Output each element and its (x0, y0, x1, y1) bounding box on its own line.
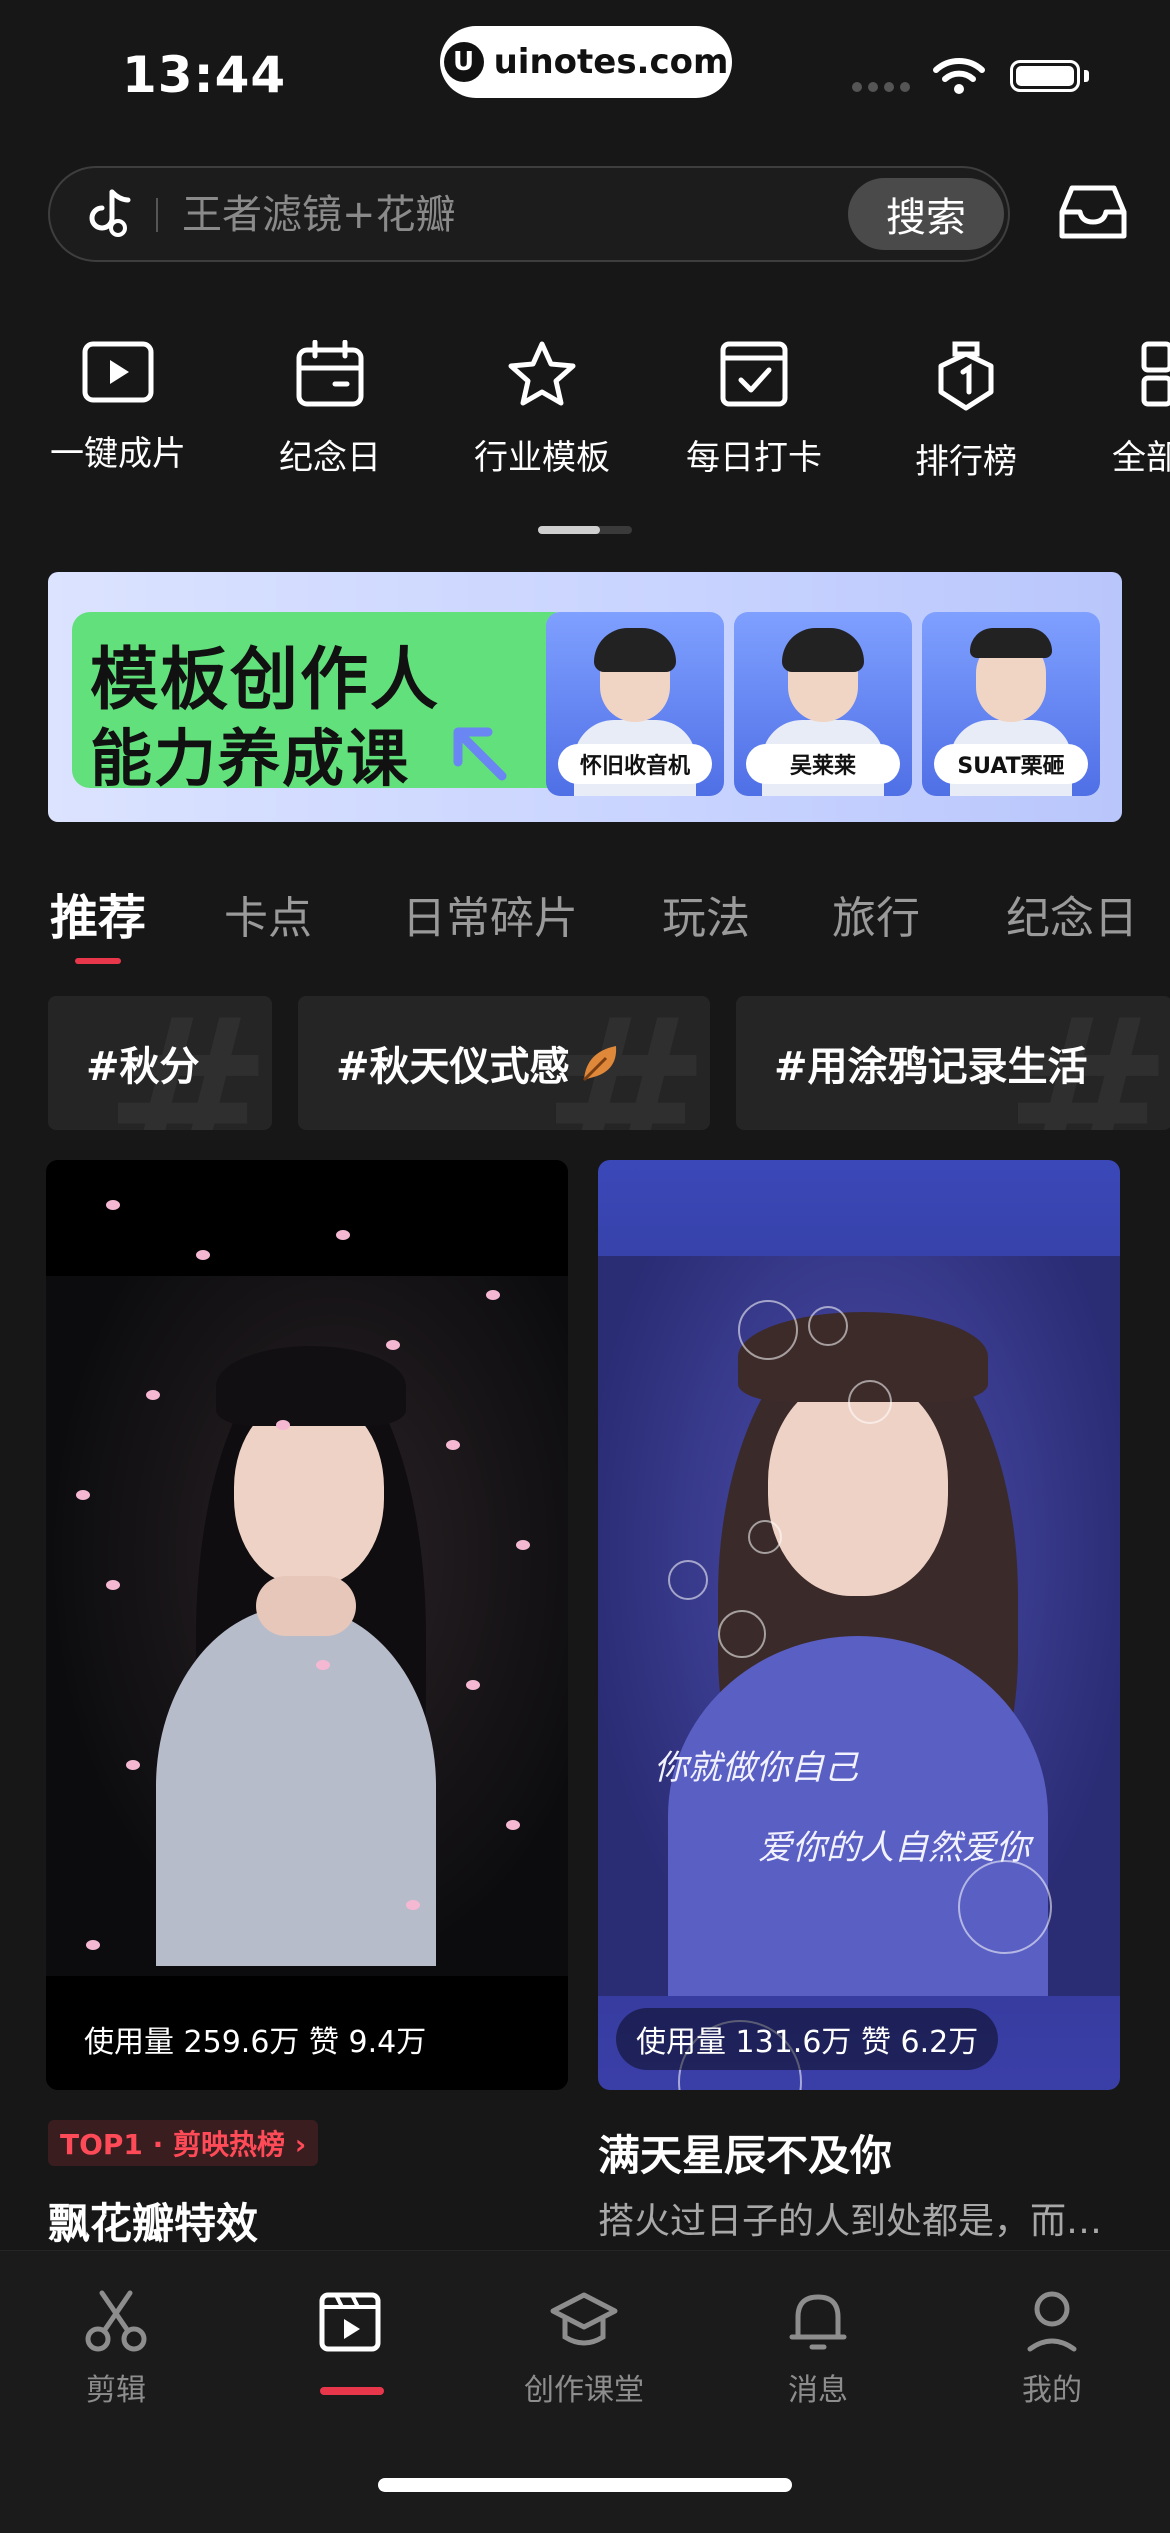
nav-edit[interactable]: 剪辑 (26, 2289, 206, 2409)
nav-creator-class[interactable]: 创作课堂 (494, 2289, 674, 2409)
bell-icon (789, 2294, 847, 2350)
graduation-cap-icon (550, 2292, 618, 2346)
banner-title-line2: 能力养成课 (90, 722, 411, 795)
arrow-up-left-icon (453, 727, 507, 781)
quick-action-ranking[interactable]: 排行榜 (876, 340, 1056, 483)
search-divider (156, 198, 158, 232)
search-bar[interactable]: 搜索 (48, 166, 1010, 262)
autumn-leaf-icon (582, 1046, 616, 1082)
battery-tip (1084, 70, 1089, 82)
quick-action-label: 行业模板 (474, 438, 610, 478)
search-button[interactable]: 搜索 (848, 178, 1004, 250)
tab-beat[interactable]: 卡点 (224, 882, 312, 946)
teacher-name: 怀旧收音机 (558, 744, 712, 784)
hashtag-chip[interactable]: # #秋天仪式感 (298, 996, 710, 1130)
nav-template[interactable] (260, 2289, 440, 2365)
quick-action-industry-template[interactable]: 行业模板 (452, 340, 632, 479)
grid-icon (1141, 341, 1170, 407)
banner-teacher-card: 怀旧收音机 (546, 612, 724, 796)
checkin-icon (720, 341, 788, 407)
hot-ranking-badge[interactable]: TOP1 · 剪映热榜 › (48, 2120, 319, 2166)
scissors-icon (85, 2290, 147, 2352)
quick-action-label: 一键成片 (50, 434, 186, 474)
promo-banner[interactable]: 模板创作人 能力养成课 怀旧收音机 吴莱莱 SUAT栗砸 (48, 572, 1122, 822)
card-usage-stats: 使用量 259.6万 赞 9.4万 (64, 2008, 447, 2070)
quick-action-one-click[interactable]: 一键成片 (28, 340, 208, 475)
watermark-badge: U uinotes.com (440, 26, 732, 98)
card-title[interactable]: 满天星辰不及你 (598, 2122, 892, 2183)
hashtag-chip[interactable]: # #秋分 (48, 996, 272, 1130)
quick-action-label: 全部 (1112, 438, 1170, 478)
quick-action-label: 纪念日 (279, 438, 381, 478)
nav-label: 创作课堂 (524, 2373, 644, 2408)
card-usage-stats: 使用量 131.6万 赞 6.2万 (616, 2008, 999, 2070)
banner-teacher-card: SUAT栗砸 (922, 612, 1100, 796)
hashtag-label: #秋分 (86, 1044, 200, 1090)
tab-daily[interactable]: 日常碎片 (402, 882, 578, 946)
teacher-name: SUAT栗砸 (934, 744, 1088, 784)
teacher-name: 吴莱莱 (746, 744, 900, 784)
battery-icon (1010, 60, 1080, 92)
quick-action-label: 每日打卡 (686, 438, 822, 478)
template-icon (319, 2292, 381, 2352)
tab-active-underline (75, 958, 121, 964)
tab-recommend[interactable]: 推荐 (50, 878, 146, 948)
hashtag-chip[interactable]: # #用涂鸦记录生活 (736, 996, 1170, 1130)
hashtag-label: #秋天仪式感 (336, 1044, 570, 1090)
profile-icon (1027, 2291, 1077, 2352)
template-thumbnail (46, 1276, 568, 1976)
quick-actions-page-indicator (538, 526, 632, 534)
tab-anniversary[interactable]: 纪念日 (1006, 882, 1138, 946)
quick-action-all[interactable]: 全部 (1088, 340, 1170, 479)
status-time: 13:44 (122, 46, 287, 104)
watermark-text: uinotes.com (493, 42, 729, 82)
banner-teacher-card: 吴莱莱 (734, 612, 912, 796)
quick-action-daily-checkin[interactable]: 每日打卡 (664, 340, 844, 479)
wifi-icon (933, 58, 985, 94)
card-description: 搭火过日子的人到处都是，而… (598, 2201, 1103, 2242)
medal-icon (938, 341, 994, 411)
card-overlay-text: 你就做你自己 (654, 1748, 858, 1788)
uinotes-logo-icon: U (443, 42, 484, 82)
tab-travel[interactable]: 旅行 (832, 882, 920, 946)
cellular-signal-icon (852, 82, 910, 92)
nav-label: 我的 (1022, 2373, 1082, 2408)
card-title[interactable]: 飘花瓣特效 (48, 2190, 258, 2251)
quick-action-anniversary[interactable]: 纪念日 (240, 340, 420, 479)
nav-label: 剪辑 (86, 2373, 146, 2408)
nav-label: 消息 (788, 2373, 848, 2408)
quick-action-label: 排行榜 (915, 442, 1017, 482)
hashtag-label: #用涂鸦记录生活 (774, 1044, 1088, 1090)
search-input[interactable] (180, 168, 884, 262)
template-card[interactable]: 使用量 259.6万 赞 9.4万 (46, 1160, 568, 2090)
tab-gameplay[interactable]: 玩法 (662, 882, 750, 946)
star-icon (508, 341, 576, 406)
template-card[interactable]: 你就做你自己 爱你的人自然爱你 使用量 131.6万 赞 6.2万 (598, 1160, 1120, 2090)
capcut-logo-icon[interactable] (84, 188, 134, 242)
home-indicator[interactable] (378, 2478, 792, 2492)
nav-active-indicator (320, 2387, 384, 2395)
nav-messages[interactable]: 消息 (728, 2289, 908, 2409)
nav-profile[interactable]: 我的 (962, 2289, 1142, 2409)
play-square-icon (82, 341, 154, 403)
inbox-icon[interactable] (1058, 182, 1128, 242)
calendar-icon (296, 340, 364, 407)
card-overlay-text: 爱你的人自然爱你 (758, 1828, 1030, 1868)
